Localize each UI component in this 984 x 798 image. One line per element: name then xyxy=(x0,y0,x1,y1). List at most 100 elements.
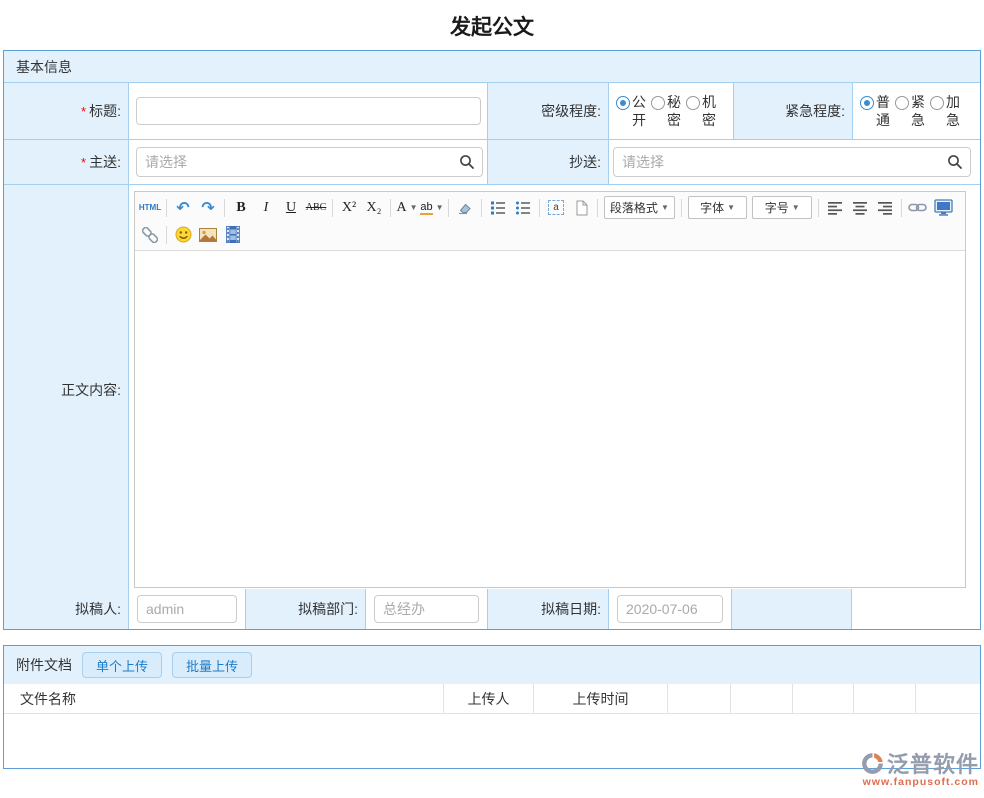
secrecy-label: 密级程度: xyxy=(541,101,601,121)
fullscreen-icon[interactable] xyxy=(932,196,956,219)
toolbar-separator xyxy=(390,199,391,217)
radio-icon xyxy=(686,96,700,110)
row-send-cc: * 主送: 抄送: xyxy=(4,140,980,185)
attachments-table-body xyxy=(4,714,980,768)
secrecy-radio-group: 公开 秘密 机密 xyxy=(609,83,734,139)
image-icon[interactable] xyxy=(196,223,220,246)
title-input[interactable] xyxy=(136,97,481,125)
align-center-icon[interactable] xyxy=(848,196,872,219)
superscript-button[interactable]: X² xyxy=(337,196,361,219)
media-icon[interactable] xyxy=(221,223,245,246)
editor-toolbar: HTML ↶ ↷ B I U ABC X² X₂ xyxy=(135,192,965,251)
drafter-input[interactable] xyxy=(137,595,237,623)
column-file-name: 文件名称 xyxy=(4,684,444,713)
search-icon[interactable] xyxy=(947,154,963,170)
title-label: 标题: xyxy=(89,101,121,121)
column-empty xyxy=(854,684,916,713)
main-send-label-cell: * 主送: xyxy=(4,140,129,184)
radio-secrecy-public[interactable]: 公开 xyxy=(616,93,646,129)
strikethrough-button[interactable]: ABC xyxy=(304,196,328,219)
column-uploader: 上传人 xyxy=(444,684,534,713)
toolbar-separator xyxy=(448,199,449,217)
radio-urgency-extra-urgent[interactable]: 加急 xyxy=(930,93,960,129)
anchor-button[interactable]: a xyxy=(544,196,568,219)
emoticon-icon[interactable] xyxy=(171,223,195,246)
redo-icon[interactable]: ↷ xyxy=(196,196,220,219)
secrecy-label-cell: 密级程度: xyxy=(488,83,609,139)
toolbar-separator xyxy=(481,199,482,217)
underline-button[interactable]: U xyxy=(279,196,303,219)
radio-icon xyxy=(616,96,630,110)
draft-dept-input-cell xyxy=(366,589,488,629)
align-right-icon[interactable] xyxy=(873,196,897,219)
font-size-select[interactable]: 字号▼ xyxy=(752,196,812,219)
row-drafter-info: 拟稿人: 拟稿部门: 拟稿日期: xyxy=(4,589,980,629)
chevron-down-icon: ▼ xyxy=(792,203,800,212)
draft-date-input-cell xyxy=(609,589,732,629)
toolbar-separator xyxy=(332,199,333,217)
main-send-label: 主送: xyxy=(89,152,121,172)
radio-urgency-normal[interactable]: 普通 xyxy=(860,93,890,129)
radio-urgency-urgent[interactable]: 紧急 xyxy=(895,93,925,129)
radio-secrecy-secret[interactable]: 秘密 xyxy=(651,93,681,129)
editor-cell: HTML ↶ ↷ B I U ABC X² X₂ xyxy=(129,185,980,594)
radio-icon xyxy=(895,96,909,110)
subscript-button[interactable]: X₂ xyxy=(362,196,386,219)
watermark-site: www.fanpusoft.com xyxy=(860,776,979,788)
toolbar-separator xyxy=(818,199,819,217)
radio-icon xyxy=(651,96,665,110)
attachments-section: 附件文档 单个上传 批量上传 文件名称 上传人 上传时间 xyxy=(3,645,981,769)
urgency-radio-group: 普通 紧急 加急 xyxy=(853,83,980,139)
toolbar-separator xyxy=(166,199,167,217)
draft-dept-label: 拟稿部门: xyxy=(298,599,358,619)
undo-icon[interactable]: ↶ xyxy=(171,196,195,219)
italic-button[interactable]: I xyxy=(254,196,278,219)
hyperlink-icon[interactable] xyxy=(138,223,162,246)
radio-icon xyxy=(860,96,874,110)
draft-date-input[interactable] xyxy=(617,595,723,623)
toolbar-separator xyxy=(901,199,902,217)
main-send-input-cell xyxy=(129,140,488,184)
highlight-color-button[interactable]: ab▼ xyxy=(420,196,444,219)
single-upload-button[interactable]: 单个上传 xyxy=(82,652,162,678)
main-send-input[interactable] xyxy=(136,147,483,177)
urgency-label: 紧急程度: xyxy=(785,101,845,121)
batch-upload-button[interactable]: 批量上传 xyxy=(172,652,252,678)
column-empty xyxy=(668,684,731,713)
drafter-label-cell: 拟稿人: xyxy=(4,589,129,629)
cc-label-cell: 抄送: xyxy=(488,140,609,184)
new-page-icon[interactable] xyxy=(569,196,593,219)
search-icon[interactable] xyxy=(459,154,475,170)
align-left-icon[interactable] xyxy=(823,196,847,219)
paragraph-format-select[interactable]: 段落格式▼ xyxy=(604,196,675,219)
radio-secrecy-confidential[interactable]: 机密 xyxy=(686,93,716,129)
toolbar-separator xyxy=(224,199,225,217)
empty-content-cell xyxy=(852,589,980,629)
page-title: 发起公文 xyxy=(0,0,984,50)
attachments-header: 附件文档 单个上传 批量上传 xyxy=(4,646,980,684)
ordered-list-icon[interactable] xyxy=(486,196,510,219)
draft-date-label: 拟稿日期: xyxy=(541,599,601,619)
chevron-down-icon: ▼ xyxy=(436,203,444,212)
editor-content-area[interactable] xyxy=(135,251,965,587)
radio-icon xyxy=(930,96,944,110)
font-color-button[interactable]: A▼ xyxy=(395,196,419,219)
required-asterisk: * xyxy=(81,155,86,170)
link-icon[interactable] xyxy=(906,196,930,219)
title-input-cell xyxy=(129,83,488,139)
draft-date-label-cell: 拟稿日期: xyxy=(488,589,609,629)
basic-info-header: 基本信息 xyxy=(4,51,980,83)
column-upload-time: 上传时间 xyxy=(534,684,668,713)
remove-format-icon[interactable] xyxy=(453,196,477,219)
font-family-select[interactable]: 字体▼ xyxy=(688,196,748,219)
bold-button[interactable]: B xyxy=(229,196,253,219)
toolbar-separator xyxy=(166,226,167,244)
draft-dept-input[interactable] xyxy=(374,595,479,623)
unordered-list-icon[interactable] xyxy=(511,196,535,219)
draft-dept-label-cell: 拟稿部门: xyxy=(246,589,366,629)
row-body-content: 正文内容: HTML ↶ ↷ B I U ABC xyxy=(4,185,980,589)
urgency-label-cell: 紧急程度: xyxy=(734,83,853,139)
cc-input[interactable] xyxy=(613,147,971,177)
source-code-button[interactable]: HTML xyxy=(138,196,162,219)
chevron-down-icon: ▼ xyxy=(661,203,669,212)
